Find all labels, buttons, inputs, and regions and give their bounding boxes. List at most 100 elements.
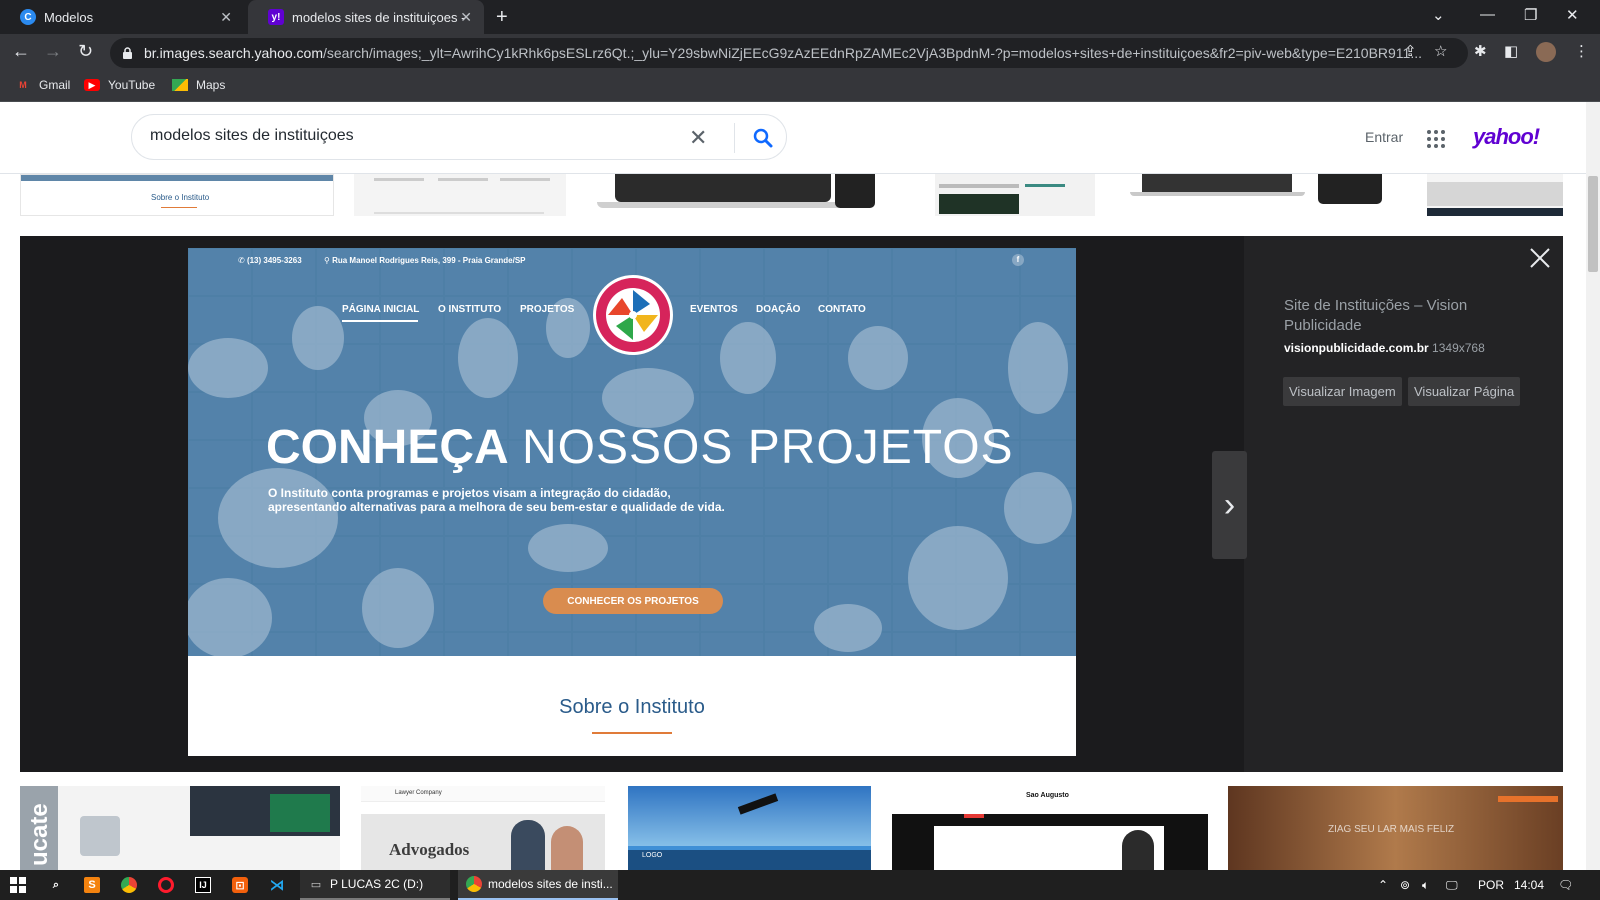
scrollbar-thumb[interactable] xyxy=(1588,176,1598,272)
start-button[interactable] xyxy=(10,870,26,900)
nav-doacao[interactable]: DOAÇÃO xyxy=(756,304,800,315)
address-bar[interactable]: br.images.search.yahoo.com/search/images… xyxy=(110,38,1468,68)
sign-in-link[interactable]: Entrar xyxy=(1365,129,1403,145)
result-thumbnail[interactable] xyxy=(354,174,566,216)
close-viewer-icon[interactable] xyxy=(1528,246,1552,270)
cta-button[interactable]: CONHECER OS PROJETOS xyxy=(543,588,723,614)
app-icon: ⊡ xyxy=(232,877,248,893)
clock[interactable]: 14:04 xyxy=(1514,870,1544,900)
forward-icon[interactable]: → xyxy=(44,41,62,62)
nav-projetos[interactable]: PROJETOS xyxy=(520,304,574,315)
apps-grid-icon[interactable] xyxy=(1427,130,1445,148)
taskbar-window-chrome[interactable]: modelos sites de insti... xyxy=(458,870,618,900)
back-icon[interactable]: ← xyxy=(12,41,30,62)
bookmark-star-icon[interactable]: ☆ xyxy=(1434,42,1447,60)
tray-app-icon[interactable]: ⊚ xyxy=(1400,870,1410,900)
share-icon[interactable]: ⇪ xyxy=(1404,42,1417,60)
tray-overflow-icon[interactable]: ⌃ xyxy=(1378,870,1388,900)
result-thumbnail[interactable] xyxy=(587,174,887,216)
taskbar-app[interactable]: ⊡ xyxy=(232,870,248,900)
reload-icon[interactable]: ↻ xyxy=(78,41,93,62)
view-image-button[interactable]: Visualizar Imagem xyxy=(1283,377,1402,406)
view-page-button[interactable]: Visualizar Página xyxy=(1408,377,1521,406)
nav-contato[interactable]: CONTATO xyxy=(818,304,866,315)
taskbar-vscode[interactable]: ⋊ xyxy=(269,870,285,900)
result-thumbnail[interactable] xyxy=(1122,174,1392,216)
sublime-icon: S xyxy=(84,877,100,893)
bookmark-youtube[interactable]: ▶ YouTube xyxy=(84,78,155,92)
search-icon[interactable] xyxy=(752,127,774,149)
nav-eventos[interactable]: EVENTOS xyxy=(690,304,738,315)
clear-search-icon[interactable]: ✕ xyxy=(689,125,707,151)
result-thumbnail[interactable]: ucate xyxy=(20,786,340,870)
section-title-underline xyxy=(592,732,672,734)
minimize-icon[interactable]: — xyxy=(1480,6,1495,23)
side-panel-icon[interactable]: ◧ xyxy=(1504,42,1518,60)
close-tab-icon[interactable]: ✕ xyxy=(220,9,232,26)
tab-modelos[interactable]: C Modelos ✕ xyxy=(0,0,244,34)
thumb-logo-text: LOGO xyxy=(642,852,663,859)
nav-pagina-inicial[interactable]: PÁGINA INICIAL xyxy=(342,304,419,315)
search-input[interactable] xyxy=(150,127,670,145)
bookmark-label: Gmail xyxy=(39,78,71,92)
result-thumbnail[interactable]: Sao Augusto xyxy=(892,786,1208,870)
preview-image[interactable]: ✆ (13) 3495-3263 ⚲ Rua Manoel Rodrigues … xyxy=(188,248,1076,756)
result-thumbnail[interactable]: ZIAG SEU LAR MAIS FELIZ xyxy=(1228,786,1563,870)
restore-icon[interactable]: ❐ xyxy=(1524,6,1537,24)
lock-icon[interactable] xyxy=(122,47,133,59)
language-indicator[interactable]: POR xyxy=(1478,870,1504,900)
image-dimensions: 1349x768 xyxy=(1432,341,1485,355)
nav-o-instituto[interactable]: O INSTITUTO xyxy=(438,304,501,315)
close-tab-icon[interactable]: ✕ xyxy=(460,9,472,26)
bookmark-gmail[interactable]: M Gmail xyxy=(15,78,70,92)
next-image-button[interactable]: › xyxy=(1212,451,1247,559)
thumb-overlay-text: ZIAG SEU LAR MAIS FELIZ xyxy=(1328,824,1455,835)
extensions-icon[interactable]: ✱ xyxy=(1474,42,1487,60)
notifications-icon[interactable]: 🗨︎ xyxy=(1558,870,1573,900)
profile-avatar[interactable] xyxy=(1536,42,1556,62)
nav-active-underline xyxy=(342,320,418,322)
taskbar-window-explorer[interactable]: ▭ P LUCAS 2C (D:) xyxy=(300,870,450,900)
hero-description: O Instituto conta programas e projetos v… xyxy=(268,486,725,514)
volume-icon[interactable]: 🔈︎ xyxy=(1422,870,1429,900)
taskbar-intellij[interactable]: IJ xyxy=(195,870,211,900)
thumb-brand: Lawyer Company xyxy=(395,790,442,796)
tab-yahoo-images[interactable]: y! modelos sites de instituiçoes - Re ✕ xyxy=(248,0,484,34)
result-thumbnail[interactable]: Sobre o Instituto xyxy=(20,174,334,216)
drive-icon: ▭ xyxy=(310,878,322,891)
vscode-icon: ⋊ xyxy=(269,877,285,894)
search-box: ✕ xyxy=(131,114,787,160)
network-icon[interactable]: 🖵︎ xyxy=(1446,870,1458,900)
phone-text: ✆ (13) 3495-3263 xyxy=(238,256,302,265)
address-text: ⚲ Rua Manoel Rodrigues Reis, 399 - Praia… xyxy=(324,256,526,265)
bookmarks-bar: M Gmail ▶ YouTube Maps xyxy=(0,72,1600,102)
facebook-icon[interactable]: f xyxy=(1012,254,1024,266)
image-source: visionpublicidade.com.br 1349x768 xyxy=(1284,341,1485,355)
result-thumbnail[interactable] xyxy=(935,174,1095,216)
windows-icon xyxy=(10,877,26,893)
taskbar-sublime[interactable]: S xyxy=(84,870,100,900)
maps-icon xyxy=(172,79,188,91)
taskbar-chrome[interactable] xyxy=(121,870,137,900)
yahoo-logo[interactable]: yahoo! xyxy=(1473,124,1540,150)
tab-title: modelos sites de instituiçoes - Re xyxy=(292,9,468,25)
result-thumbnail[interactable]: LOGO xyxy=(628,786,871,870)
menu-icon[interactable]: ⋮ xyxy=(1574,42,1589,60)
tab-search-icon[interactable]: ⌄ xyxy=(1432,6,1445,24)
new-tab-icon[interactable]: + xyxy=(496,6,508,29)
close-window-icon[interactable]: ✕ xyxy=(1566,6,1579,24)
browser-toolbar: ← → ↻ br.images.search.yahoo.com/search/… xyxy=(0,34,1600,72)
bookmark-maps[interactable]: Maps xyxy=(172,78,225,92)
result-thumbnail[interactable]: Lawyer Company Advogados xyxy=(361,786,605,870)
chrome-icon xyxy=(466,876,482,892)
tab-strip: C Modelos ✕ y! modelos sites de institui… xyxy=(0,0,1600,34)
taskbar-search[interactable]: ⌕ xyxy=(48,870,64,900)
chevron-right-icon: › xyxy=(1223,485,1236,524)
taskbar-opera[interactable] xyxy=(158,870,174,900)
source-domain[interactable]: visionpublicidade.com.br xyxy=(1284,341,1429,355)
result-thumbnail[interactable] xyxy=(1427,174,1563,216)
url-path: /search/images;_ylt=AwrihCy1kRhk6psESLrz… xyxy=(322,45,1423,61)
image-title[interactable]: Site de Instituições – Vision Publicidad… xyxy=(1284,296,1534,336)
institute-logo[interactable] xyxy=(592,274,674,356)
search-divider xyxy=(734,123,735,153)
